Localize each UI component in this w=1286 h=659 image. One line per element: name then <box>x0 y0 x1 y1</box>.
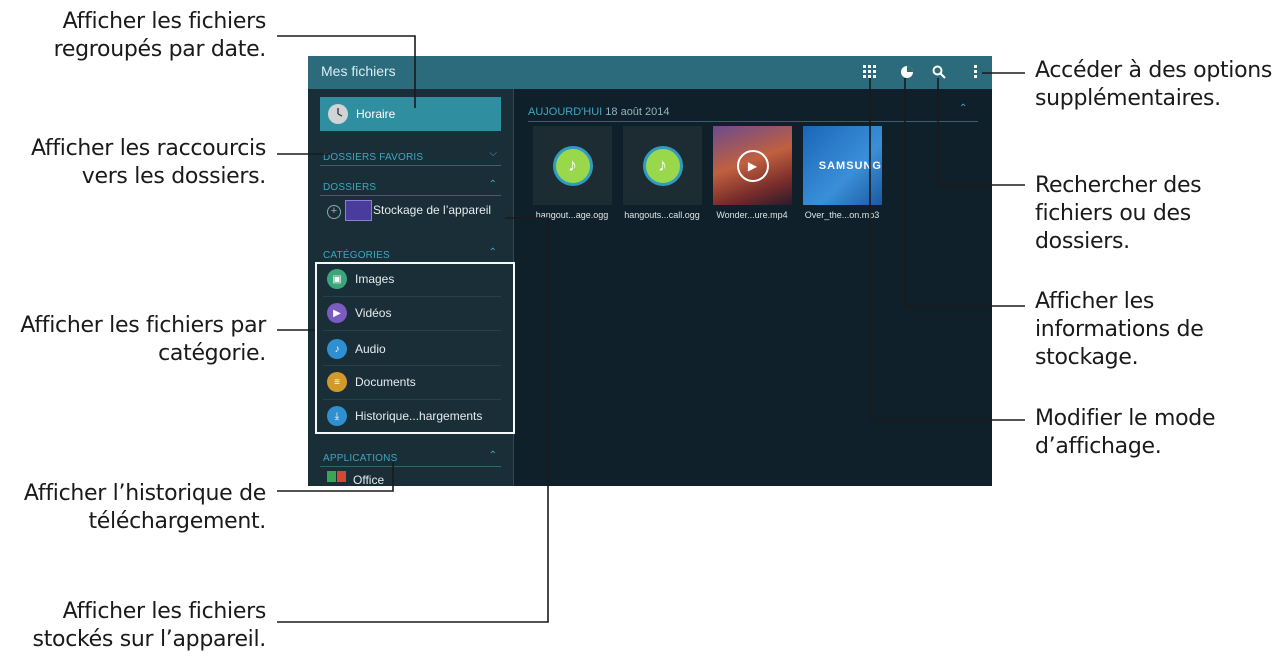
file-name: hangouts...call.ogg <box>624 210 700 220</box>
divider <box>320 466 501 467</box>
section-title: AUJOURD'HUI <box>528 106 603 118</box>
categories-highlight-box <box>315 262 515 434</box>
sidebar-item-label: Horaire <box>356 107 396 121</box>
app-bar: Mes fichiers <box>308 56 992 89</box>
play-icon: ▶ <box>736 149 769 182</box>
annotation-date-view: Afficher les fichiers regroupés par date. <box>53 9 267 62</box>
search-icon[interactable] <box>929 62 949 82</box>
samsung-logo: SAMSUNG <box>818 159 882 172</box>
section-favorites-header[interactable]: DOSSIERS FAVORIS <box>323 152 423 163</box>
section-categories-header[interactable]: CATÉGORIES <box>323 250 390 261</box>
office-app-icon <box>337 471 346 482</box>
sidebar-item-device-storage[interactable]: + Stockage de l’appareil <box>323 197 501 230</box>
annotation-storage-info: Afficher les informations de stockage. <box>1035 289 1204 370</box>
annotation-device-files: Afficher les fichiers stockés sur l’appar… <box>32 599 267 652</box>
sidebar-item-office[interactable]: Office <box>323 469 501 486</box>
section-today-header: AUJOURD'HUI 18 août 2014 <box>528 106 670 118</box>
sidebar-item-horaire[interactable]: Horaire <box>320 97 501 131</box>
chevron-up-icon[interactable]: ⌃ <box>489 179 497 190</box>
divider <box>320 195 501 196</box>
device-thumbnail-icon <box>345 200 372 221</box>
file-name: Wonder...ure.mp4 <box>716 210 788 220</box>
main-content: AUJOURD'HUI 18 août 2014 ⌃ ♪ hangout...a… <box>513 89 992 486</box>
chevron-up-icon[interactable]: ⌃ <box>489 450 497 461</box>
expand-icon[interactable]: + <box>327 205 341 219</box>
annotation-view-mode: Modifier le mode d’affichage. <box>1035 406 1216 459</box>
clock-icon <box>328 104 348 124</box>
chevron-up-icon[interactable]: ⌃ <box>959 103 967 114</box>
annotation-download-history: Afficher l’historique de téléchargement. <box>23 481 266 534</box>
music-note-icon: ♪ <box>552 145 593 186</box>
storage-pie-icon[interactable] <box>897 62 917 82</box>
file-name: hangout...age.ogg <box>535 210 609 220</box>
file-thumbnail[interactable]: SAMSUNG <box>803 126 882 205</box>
divider <box>528 121 978 122</box>
annotation-search: Rechercher des fichiers ou des dossiers. <box>1035 173 1202 254</box>
music-note-icon: ♪ <box>642 145 683 186</box>
file-thumbnail[interactable]: ♪ <box>623 126 702 205</box>
annotation-by-category: Afficher les fichiers par catégorie. <box>20 313 266 366</box>
divider <box>320 165 501 166</box>
chevron-down-icon[interactable]: ⌵ <box>489 148 497 159</box>
annotation-more-options: Accéder à des options supplémentaires. <box>1035 58 1273 111</box>
file-thumbnail[interactable]: ▶ <box>713 126 792 205</box>
annotation-shortcuts: Afficher les raccourcis vers les dossiers… <box>30 136 266 189</box>
section-folders-header[interactable]: DOSSIERS <box>323 182 376 193</box>
more-options-icon[interactable] <box>966 62 986 82</box>
office-app-icon <box>327 471 336 482</box>
file-thumbnail[interactable]: ♪ <box>533 126 612 205</box>
section-date: 18 août 2014 <box>605 106 670 118</box>
file-name: Over_the...on.mp3 <box>804 210 880 220</box>
chevron-up-icon[interactable]: ⌃ <box>489 247 497 258</box>
sidebar-item-label: Office <box>353 473 385 486</box>
view-mode-grid-icon[interactable] <box>860 62 880 82</box>
sidebar-item-label: Stockage de l’appareil <box>373 203 492 217</box>
app-title: Mes fichiers <box>321 63 396 79</box>
section-applications-header[interactable]: APPLICATIONS <box>323 453 397 464</box>
